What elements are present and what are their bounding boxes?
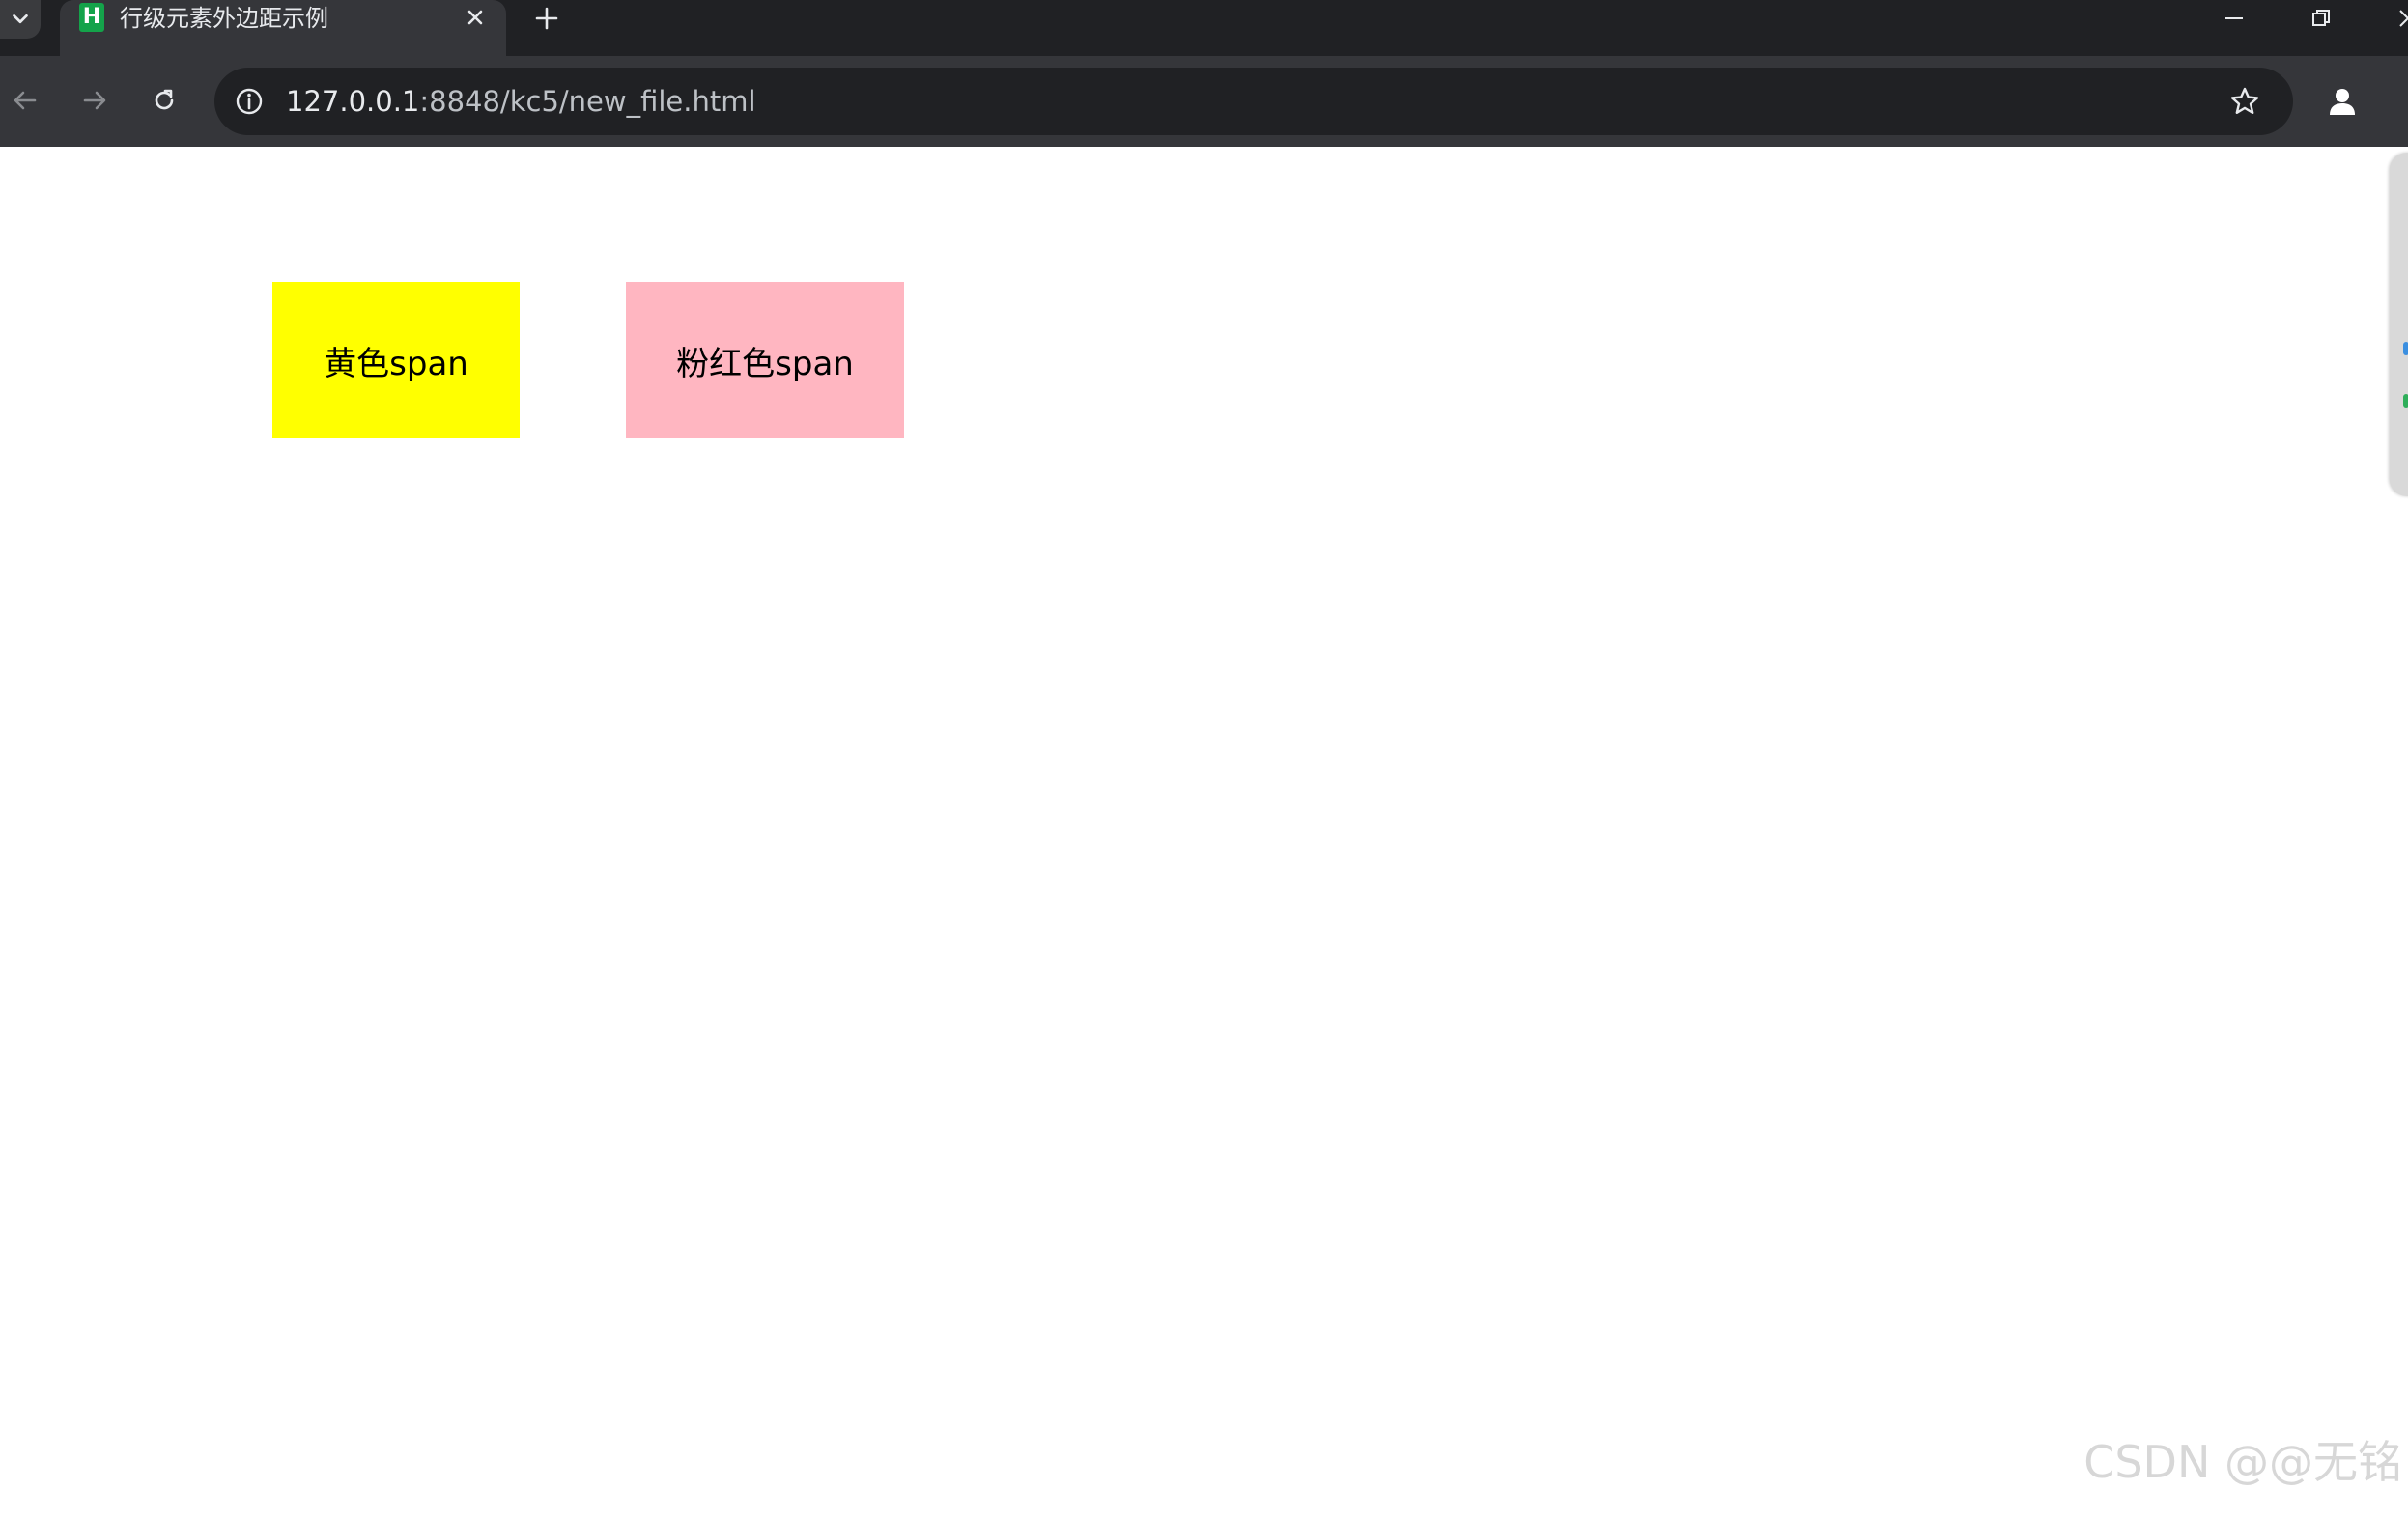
active-tab[interactable]: H 行级元素外边距示例 [60, 0, 506, 56]
reload-button[interactable] [141, 77, 187, 124]
close-window-button[interactable] [2379, 0, 2408, 37]
back-button[interactable] [2, 77, 48, 124]
watermark: CSDN @@无铭 [2083, 1436, 2402, 1488]
page-viewport: 黄色span 粉红色span CSDN @@无铭 [0, 147, 2408, 1518]
browser-toolbar: 127.0.0.1:8848/kc5/new_file.html [0, 56, 2408, 147]
tab-strip: H 行级元素外边距示例 [0, 0, 2408, 56]
address-bar[interactable]: 127.0.0.1:8848/kc5/new_file.html [214, 68, 2293, 135]
url-text[interactable]: 127.0.0.1:8848/kc5/new_file.html [286, 68, 756, 135]
url-host: 127.0.0.1 [286, 85, 420, 118]
reload-icon [155, 89, 174, 110]
tab-close-button[interactable] [458, 0, 493, 35]
star-icon [2230, 87, 2259, 114]
restore-icon [2312, 10, 2330, 26]
minimize-icon [2225, 17, 2243, 19]
bookmark-button[interactable] [2224, 80, 2266, 123]
site-info-button[interactable] [230, 82, 269, 121]
chevron-down-icon [13, 14, 28, 24]
restore-button[interactable] [2292, 0, 2350, 37]
new-tab-button[interactable] [527, 0, 566, 37]
close-icon [2399, 10, 2408, 27]
pink-span: 粉红色span [626, 282, 904, 438]
tab-search-button[interactable] [0, 0, 41, 39]
arrow-left-icon [14, 91, 37, 110]
side-panel-indicator [2403, 394, 2408, 408]
person-icon [2330, 89, 2355, 115]
tab-title: 行级元素外边距示例 [120, 5, 328, 32]
url-path: :8848/kc5/new_file.html [419, 85, 756, 118]
side-panel-indicator [2403, 342, 2408, 355]
forward-button[interactable] [71, 77, 118, 124]
side-panel-handle[interactable] [2390, 153, 2408, 496]
favicon-icon: H [79, 3, 104, 32]
plus-icon [535, 7, 558, 30]
yellow-span: 黄色span [272, 282, 520, 438]
info-icon [236, 88, 263, 115]
profile-button[interactable] [2320, 79, 2365, 124]
minimize-button[interactable] [2205, 0, 2263, 37]
arrow-right-icon [83, 91, 106, 110]
close-icon [467, 10, 483, 25]
